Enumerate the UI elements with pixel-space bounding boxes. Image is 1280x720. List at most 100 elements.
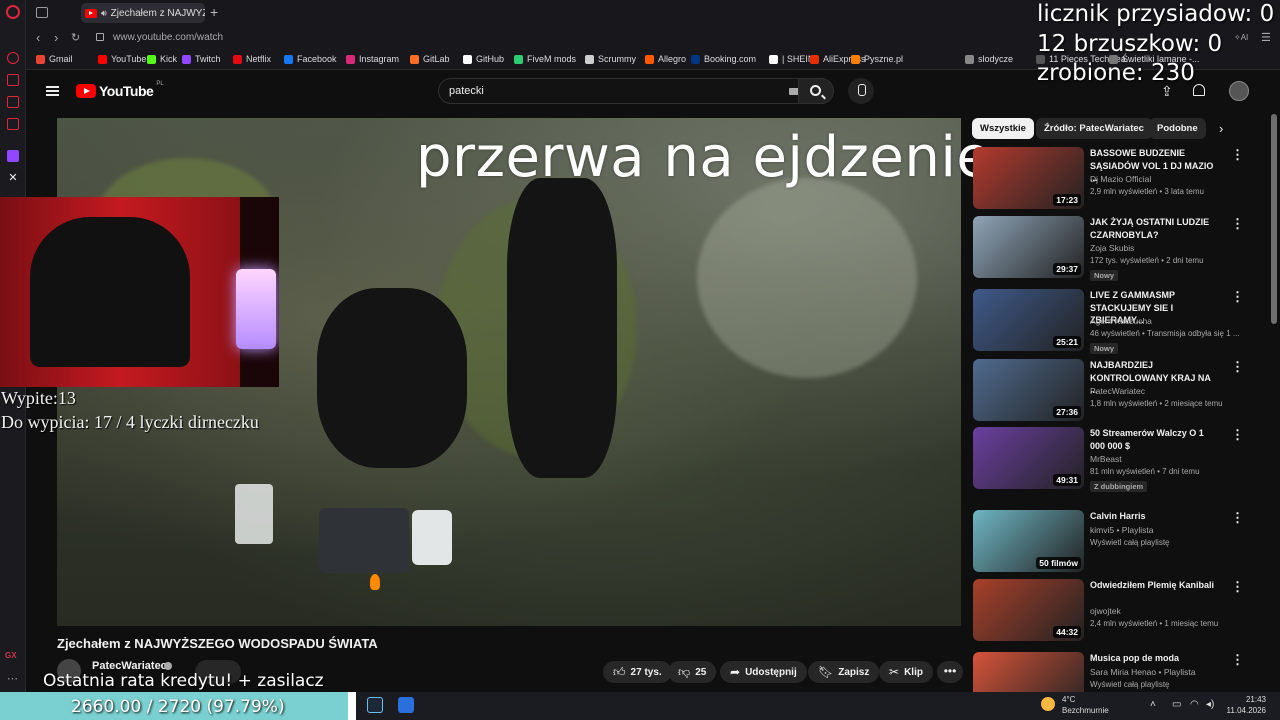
- bookmark-item[interactable]: GitHub: [463, 54, 504, 64]
- gx-icon[interactable]: GX: [5, 651, 17, 660]
- video-thumbnail[interactable]: 44:32: [973, 579, 1084, 641]
- twitch-icon[interactable]: [7, 150, 19, 162]
- recommendation-title[interactable]: 50 Streamerów Walczy O 1 000 000 $: [1090, 427, 1220, 452]
- back-icon[interactable]: ‹: [36, 30, 40, 45]
- more-icon[interactable]: ⋯: [7, 672, 18, 685]
- recommendation-title[interactable]: Musica pop de moda: [1090, 652, 1220, 665]
- x-icon[interactable]: ✕: [7, 172, 19, 184]
- video-thumbnail[interactable]: 50 filmów: [973, 510, 1084, 572]
- wifi-icon[interactable]: ◠: [1190, 699, 1199, 710]
- opera-logo-icon[interactable]: [6, 5, 20, 19]
- recommendation-channel[interactable]: Sara Miria Henao • Playlista: [1090, 667, 1196, 677]
- more-actions-button[interactable]: •••: [937, 661, 963, 683]
- news-icon[interactable]: [7, 96, 19, 108]
- bookmark-item[interactable]: Gmail: [36, 54, 73, 64]
- video-thumbnail[interactable]: 25:21: [973, 289, 1084, 351]
- chip-source[interactable]: Źródło: PatecWariatec: [1036, 118, 1152, 139]
- recommendation-title[interactable]: Calvin Harris: [1090, 510, 1220, 523]
- recommendation-item[interactable]: 25:21 LIVE Z GAMMASMP STACKUJEMY SIE I ZB…: [973, 289, 1253, 354]
- recommendation-channel[interactable]: Dj Mazio Official: [1090, 174, 1151, 184]
- crunch-counter: 12 brzuszkow: 0: [1037, 31, 1223, 57]
- tab-manager-icon[interactable]: [36, 7, 48, 18]
- recommendation-channel[interactable]: PatecWariatec: [1090, 386, 1145, 396]
- chevron-right-icon[interactable]: ›: [1219, 121, 1223, 136]
- reload-icon[interactable]: ↻: [71, 31, 80, 44]
- kebab-menu-icon[interactable]: ⋮: [1231, 359, 1244, 375]
- recommendation-item[interactable]: 29:37 JAK ŻYJĄ OSTATNI LUDZIE CZARNOBYLA?…: [973, 216, 1253, 281]
- recommendation-channel[interactable]: ojwojtek: [1090, 606, 1121, 616]
- clock-time[interactable]: 21:43: [1222, 695, 1266, 704]
- new-tab-button[interactable]: +: [210, 4, 218, 20]
- recommendation-channel[interactable]: MrBeast: [1090, 454, 1122, 464]
- url-field[interactable]: www.youtube.com/watch: [113, 32, 223, 43]
- bookmark-item[interactable]: Instagram: [346, 54, 399, 64]
- video-thumbnail[interactable]: 17:23: [973, 147, 1084, 209]
- volume-icon[interactable]: ◂): [1206, 699, 1214, 710]
- search-input[interactable]: patecki ✕: [438, 78, 824, 104]
- kebab-menu-icon[interactable]: ⋮: [1231, 652, 1244, 668]
- kebab-menu-icon[interactable]: ⋮: [1231, 510, 1244, 526]
- like-button[interactable]: 👍︎ 27 tys.: [603, 661, 672, 683]
- bookmark-item[interactable]: Twitch: [182, 54, 221, 64]
- kebab-menu-icon[interactable]: ⋮: [1231, 427, 1244, 443]
- bookmark-item[interactable]: Netflix: [233, 54, 271, 64]
- chip-all[interactable]: Wszystkie: [972, 118, 1034, 139]
- recommendation-item[interactable]: 27:36 NAJBARDZIEJ KONTROLOWANY KRAJ NA ..…: [973, 359, 1253, 423]
- recommendation-channel[interactable]: Zoja Skubis: [1090, 243, 1134, 253]
- recommendation-item[interactable]: 17:23 BASSOWE BUDZENIE SĄSIADÓW VOL 1 DJ …: [973, 147, 1253, 211]
- recommendation-item[interactable]: 49:31 50 Streamerów Walczy O 1 000 000 $ M…: [973, 427, 1253, 492]
- bookmark-item[interactable]: slodycze: [965, 54, 1013, 64]
- speed-dial-icon[interactable]: [7, 52, 19, 64]
- account-avatar[interactable]: [1229, 81, 1249, 101]
- voice-search-button[interactable]: [848, 78, 874, 104]
- kebab-menu-icon[interactable]: ⋮: [1231, 579, 1244, 595]
- lock-icon[interactable]: [96, 33, 104, 41]
- kebab-menu-icon[interactable]: ⋮: [1231, 216, 1244, 232]
- bookmark-favicon-icon: [769, 54, 778, 64]
- tab-youtube[interactable]: 🔊︎ Zjechałem z NAJWYŻS: [81, 3, 205, 23]
- weather-moon-icon[interactable]: [1041, 697, 1055, 711]
- search-button[interactable]: [798, 78, 834, 104]
- hamburger-menu-icon[interactable]: [46, 86, 59, 96]
- bookmark-item[interactable]: YouTube: [98, 54, 146, 64]
- bookmark-item[interactable]: | SHEIN: [769, 54, 814, 64]
- chip-related[interactable]: Podobne: [1149, 118, 1206, 139]
- youtube-logo[interactable]: YouTube PL: [76, 81, 164, 99]
- app-icon[interactable]: [398, 697, 414, 713]
- bookmark-item[interactable]: Allegro: [645, 54, 686, 64]
- ai-icon[interactable]: ✧AI: [1234, 33, 1248, 42]
- bookmark-item[interactable]: Kick: [147, 54, 177, 64]
- share-button[interactable]: ➦ Udostępnij: [720, 661, 807, 683]
- recommendation-item[interactable]: 50 filmów Calvin Harris kimvi5 • Playlista…: [973, 510, 1253, 574]
- scrollbar[interactable]: [1271, 114, 1277, 324]
- network-icon[interactable]: ▭: [1172, 699, 1181, 710]
- bookmark-item[interactable]: Facebook: [284, 54, 337, 64]
- kebab-menu-icon[interactable]: ⋮: [1231, 147, 1244, 163]
- recommendation-item[interactable]: 44:32 Odwiedziłem Plemię Kanibali ojwojtek…: [973, 579, 1253, 643]
- clock-date[interactable]: 11.04.2026: [1222, 706, 1266, 715]
- video-thumbnail[interactable]: 29:37: [973, 216, 1084, 278]
- speaker-icon[interactable]: 🔊︎: [101, 8, 107, 19]
- recommendation-channel[interactable]: Agent Kaczucha: [1090, 316, 1152, 326]
- mail-icon[interactable]: [7, 118, 19, 130]
- kebab-menu-icon[interactable]: ⋮: [1231, 289, 1244, 305]
- recommendation-title[interactable]: Odwiedziłem Plemię Kanibali: [1090, 579, 1220, 592]
- clip-button[interactable]: ✂ Klip: [879, 661, 933, 683]
- steam-icon[interactable]: [367, 697, 383, 713]
- forward-icon[interactable]: ›: [54, 30, 58, 45]
- bookmark-item[interactable]: Scrummy: [585, 54, 636, 64]
- bookmark-item[interactable]: Pyszne.pl: [851, 54, 903, 64]
- workspace-icon[interactable]: [7, 74, 19, 86]
- bookmark-item[interactable]: GitLab: [410, 54, 450, 64]
- bookmark-item[interactable]: Booking.com: [691, 54, 756, 64]
- recommendation-channel[interactable]: kimvi5 • Playlista: [1090, 525, 1153, 535]
- menu-icon[interactable]: ☰: [1261, 31, 1271, 44]
- bookmark-item[interactable]: FiveM mods: [514, 54, 576, 64]
- tray-expand-icon[interactable]: ˄: [1150, 699, 1156, 710]
- save-button[interactable]: 🔖︎ Zapisz: [808, 661, 880, 683]
- dislike-button[interactable]: 👎︎ 25: [668, 661, 717, 683]
- bookmark-label: FiveM mods: [527, 54, 577, 64]
- video-thumbnail[interactable]: 27:36: [973, 359, 1084, 421]
- video-thumbnail[interactable]: 49:31: [973, 427, 1084, 489]
- recommendation-title[interactable]: JAK ŻYJĄ OSTATNI LUDZIE CZARNOBYLA?: [1090, 216, 1220, 241]
